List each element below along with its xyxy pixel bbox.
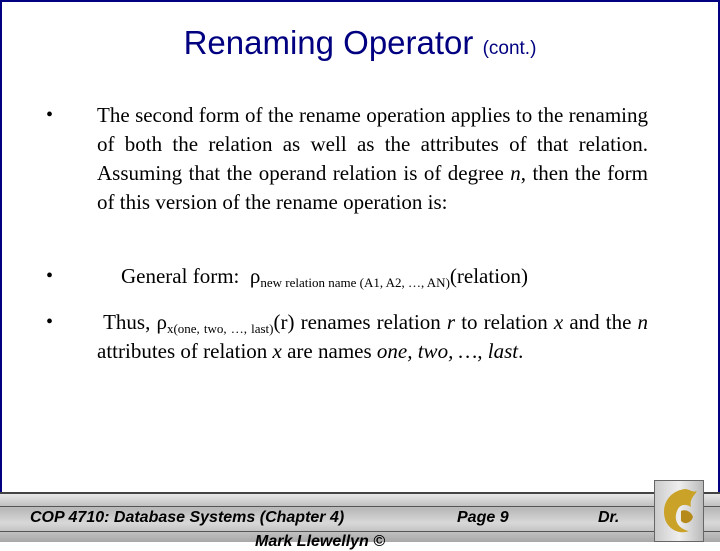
bullet-1-marker: • [46,104,54,126]
title-main: Renaming Operator [183,24,474,61]
bullet-2-marker: • [46,265,54,287]
slide-title: Renaming Operator (cont.) [0,24,720,62]
footer-divider [0,506,720,507]
footer-course: COP 4710: Database Systems (Chapter 4) [30,509,345,526]
bullet-1-text: The second form of the rename operation … [97,103,648,214]
ucf-logo [654,480,704,542]
bullet-3-text: Thus, ρx(one, two, …, last)(r) renames r… [97,310,649,363]
bullet-2-text: General form: ρnew relation name (A1, A2… [121,264,529,290]
footer-author: Dr. [598,509,620,526]
title-suffix: (cont.) [482,38,537,59]
bullet-3-marker: • [46,311,54,333]
footer-author-cont: Mark Llewellyn © [255,533,386,550]
footer-divider [0,531,720,532]
footer-page: Page 9 [457,509,509,526]
pegasus-icon [663,489,697,533]
